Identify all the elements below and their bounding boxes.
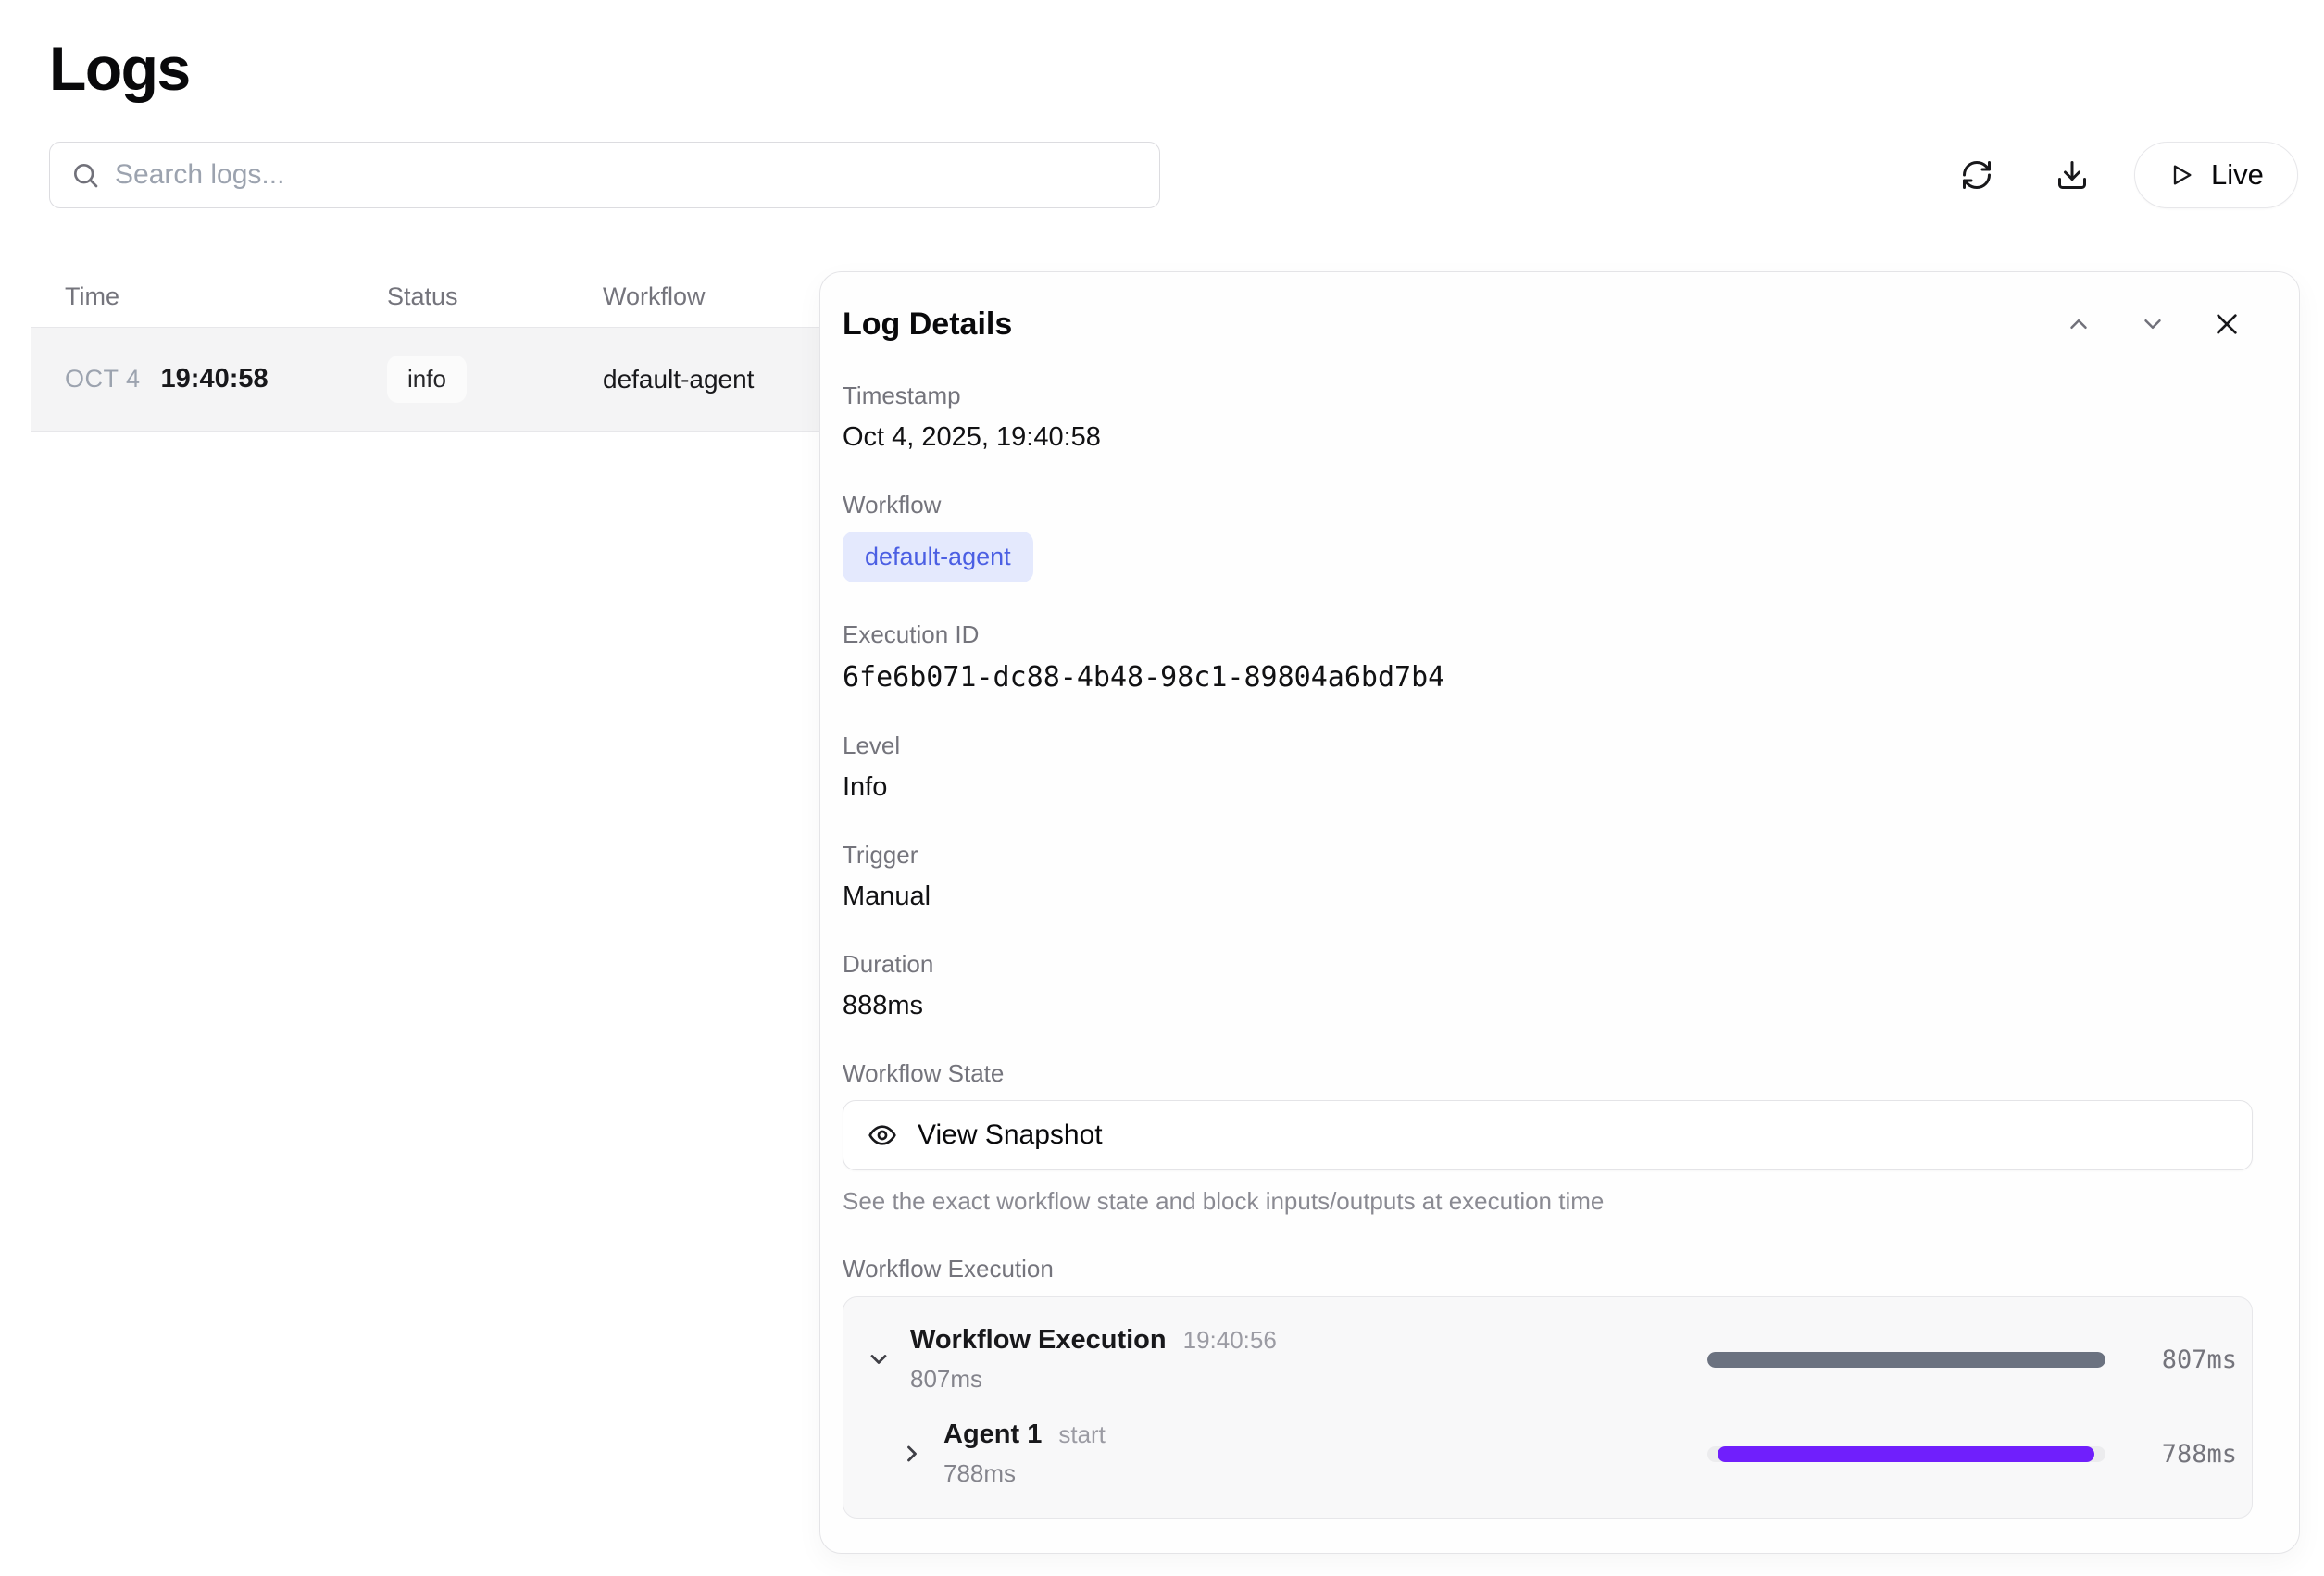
log-details-panel: Log Details [819,271,2300,1554]
refresh-icon [1960,158,1993,192]
download-button[interactable] [2043,146,2101,204]
column-header-time: Time [31,282,353,311]
eye-icon [868,1120,897,1150]
live-button[interactable]: Live [2134,142,2298,208]
timeline-duration-label: 807ms [2105,1345,2237,1374]
log-date: OCT 4 [65,365,141,394]
execution-name: Workflow Execution [910,1325,1167,1356]
trigger-label: Trigger [843,841,2253,869]
chevron-down-icon [866,1346,892,1372]
execution-row-agent[interactable]: Agent 1 start 788ms 788ms [858,1407,2237,1501]
search-bar [49,142,1160,208]
execution-start-time: 19:40:56 [1183,1326,1277,1355]
timestamp-value: Oct 4, 2025, 19:40:58 [843,422,2253,453]
panel-title: Log Details [843,306,2053,343]
workflow-field: Workflow default-agent [843,491,2253,582]
workflow-badge[interactable]: default-agent [843,532,1033,582]
next-log-button[interactable] [2127,304,2179,344]
execution-row-root[interactable]: Workflow Execution 19:40:56 807ms 807ms [858,1312,2237,1407]
status-badge: info [387,356,467,403]
snapshot-caption: See the exact workflow state and block i… [843,1187,2253,1216]
level-value: Info [843,772,2253,803]
close-panel-button[interactable] [2201,304,2253,344]
search-icon [70,160,100,190]
table-row[interactable]: OCT 4 19:40:58 info default-agent [31,328,824,432]
refresh-button[interactable] [1948,146,2005,204]
view-snapshot-button[interactable]: View Snapshot [843,1100,2253,1170]
workflow-state-label: Workflow State [843,1059,2253,1088]
chevron-up-icon [2065,310,2093,338]
chevron-right-icon [899,1441,925,1467]
timeline-bar-agent [1718,1446,2094,1462]
expand-toggle-button[interactable] [892,1433,932,1474]
duration-label: Duration [843,950,2253,979]
chevron-down-icon [2139,310,2167,338]
workflow-execution-panel: Workflow Execution 19:40:56 807ms 807ms [843,1296,2253,1519]
timeline-duration-label: 788ms [2105,1440,2237,1469]
level-label: Level [843,732,2253,760]
trigger-field: Trigger Manual [843,841,2253,912]
search-input[interactable] [115,159,1139,191]
execution-block-type: start [1058,1420,1106,1449]
execution-id-value: 6fe6b071-dc88-4b48-98c1-89804a6bd7b4 [843,661,2253,694]
live-label: Live [2211,158,2264,192]
execution-id-field: Execution ID 6fe6b071-dc88-4b48-98c1-898… [843,620,2253,694]
timeline-track [1707,1446,2105,1462]
logs-table-header: Time Status Workflow [31,267,824,328]
execution-id-label: Execution ID [843,620,2253,649]
page-title: Logs [49,33,190,104]
previous-log-button[interactable] [2053,304,2105,344]
download-icon [2055,158,2089,192]
workflow-execution-label: Workflow Execution [843,1255,2253,1283]
column-header-status: Status [353,282,569,311]
workflow-state-section: Workflow State View Snapshot See the exa… [843,1059,2253,1216]
execution-duration: 788ms [943,1459,1106,1488]
log-workflow-name: default-agent [569,365,824,394]
close-icon [2212,309,2242,339]
play-icon [2168,162,2194,188]
timeline-track [1707,1352,2105,1368]
level-field: Level Info [843,732,2253,803]
execution-name: Agent 1 [943,1420,1042,1450]
trigger-value: Manual [843,882,2253,912]
duration-field: Duration 888ms [843,950,2253,1021]
timeline-bar-workflow [1707,1352,2105,1368]
logs-table: Time Status Workflow OCT 4 19:40:58 info… [31,267,824,432]
execution-duration: 807ms [910,1365,1277,1394]
collapse-toggle-button[interactable] [858,1339,899,1380]
log-time: 19:40:58 [161,364,269,394]
duration-value: 888ms [843,991,2253,1021]
timestamp-label: Timestamp [843,381,2253,410]
view-snapshot-label: View Snapshot [918,1119,1103,1151]
workflow-label: Workflow [843,491,2253,519]
timestamp-field: Timestamp Oct 4, 2025, 19:40:58 [843,381,2253,453]
column-header-workflow: Workflow [569,282,824,311]
